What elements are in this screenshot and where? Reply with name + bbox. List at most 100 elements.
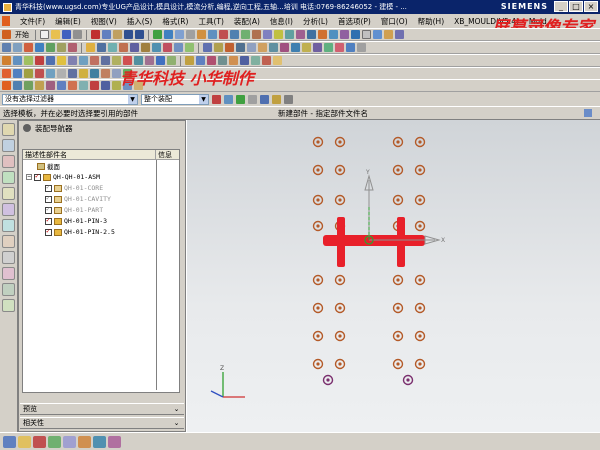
pocket-icon[interactable] [274,30,283,39]
model-viewport[interactable]: X Y Z [187,120,600,432]
move-face-icon[interactable] [174,43,183,52]
menu-tools[interactable]: 工具(T) [198,16,223,27]
hole-table-icon[interactable] [335,43,344,52]
subtract-icon[interactable] [340,30,349,39]
cylinder-icon[interactable] [46,43,55,52]
visibility-checkbox[interactable] [45,216,52,225]
family-icon[interactable] [57,56,66,65]
component-drawing-icon[interactable] [240,56,249,65]
menu-analysis[interactable]: 分析(L) [303,16,328,27]
info-icon[interactable] [584,109,592,117]
measure-icon[interactable] [373,30,382,39]
graphics-window[interactable]: X Y Z [187,120,600,432]
render-style-icon[interactable] [18,435,31,448]
shell-icon[interactable] [307,30,316,39]
show-hide-icon[interactable] [78,435,91,448]
layer-settings-icon[interactable] [48,435,61,448]
quadrant-icon[interactable] [79,81,88,90]
clipping-icon[interactable] [93,435,106,448]
sew-icon[interactable] [130,43,139,52]
visibility-checkbox[interactable] [45,194,52,203]
menu-file[interactable]: 文件(F) [20,16,45,27]
selection-scope-dropdown[interactable]: 整个装配 ▼ [141,93,209,105]
slider-icon[interactable] [247,43,256,52]
select-all-icon[interactable] [212,94,221,104]
select-face-icon[interactable] [248,94,257,104]
menu-format[interactable]: 格式(R) [162,16,188,27]
layer-icon[interactable] [362,30,371,39]
menu-assemblies[interactable]: 装配(A) [234,16,260,27]
new-component-icon[interactable] [24,69,33,78]
wireframe-icon[interactable] [208,30,217,39]
tools-icon[interactable] [68,56,77,65]
column-header-part-name[interactable]: 描述性部件名 [23,150,156,159]
system-scenes-tab-icon[interactable] [2,283,15,296]
pan-icon[interactable] [186,30,195,39]
save-icon[interactable] [62,30,71,39]
wave-link-icon[interactable] [79,69,88,78]
parting-icon[interactable] [203,43,212,52]
tree-node-part[interactable]: QH-01-CAVITY [45,194,111,204]
part-navigator-tab-icon[interactable] [2,139,15,152]
pin-icon[interactable] [23,124,31,132]
preview-section-header[interactable]: 预览 ⌄ [20,403,184,415]
cooling-lib-icon[interactable] [167,56,176,65]
select-edge-icon[interactable] [260,94,269,104]
cooling-icon[interactable] [280,43,289,52]
end-point-icon[interactable] [24,81,33,90]
unite-icon[interactable] [329,30,338,39]
revolve-icon[interactable] [241,30,250,39]
visibility-checkbox[interactable] [45,205,52,214]
manufacturing-wizards-tab-icon[interactable] [2,251,15,264]
hd3d-tools-tab-icon[interactable] [2,171,15,184]
patch-icon[interactable] [141,43,150,52]
electrode-lib-icon[interactable] [185,56,194,65]
draft-icon[interactable] [108,43,117,52]
start-button[interactable]: 开始 [15,30,29,40]
standard-part-icon[interactable] [225,43,234,52]
slider-lifter-icon[interactable] [134,56,143,65]
view-orient-icon[interactable] [3,435,16,448]
cut-icon[interactable] [91,30,100,39]
sphere-icon[interactable] [68,43,77,52]
sketch-icon[interactable] [219,30,228,39]
palettes-tab-icon[interactable] [2,299,15,312]
menu-insert[interactable]: 插入(S) [127,16,153,27]
view-manager-icon[interactable] [346,43,355,52]
layout-icon[interactable] [46,56,55,65]
remove-icon[interactable] [357,43,366,52]
maximize-button[interactable]: □ [569,1,583,12]
tree-node-part[interactable]: QH-01-CORE [45,183,103,193]
runner-icon[interactable] [269,43,278,52]
minimize-button[interactable]: _ [554,1,568,12]
ejector-lib-icon[interactable] [112,56,121,65]
mid-point-icon[interactable] [35,81,44,90]
gate-icon[interactable] [258,43,267,52]
column-header-info[interactable]: 信息 [156,150,179,159]
reuse-library-tab-icon[interactable] [2,155,15,168]
pocket-mold-icon[interactable] [302,43,311,52]
chamfer-icon[interactable] [296,30,305,39]
mirror-icon[interactable] [97,43,106,52]
roles-tab-icon[interactable] [2,267,15,280]
existing-point-icon[interactable] [90,81,99,90]
web-browser-tab-icon[interactable] [2,187,15,200]
visibility-checkbox[interactable] [45,183,52,192]
process-studio-tab-icon[interactable] [2,235,15,248]
print-icon[interactable] [73,30,82,39]
ejector-pin-icon[interactable] [236,43,245,52]
mate-icon[interactable] [35,69,44,78]
electrode-icon[interactable] [291,43,300,52]
analysis-icon[interactable] [384,30,393,39]
tree-node-part[interactable]: QH-01-PIN-2.5 [45,227,115,237]
offset-icon[interactable] [119,43,128,52]
control-point-icon[interactable] [46,81,55,90]
block-icon[interactable] [35,43,44,52]
menu-view[interactable]: 视图(V) [91,16,117,27]
hole-chart-icon[interactable] [251,56,260,65]
replace-face-icon[interactable] [163,43,172,52]
material-list-icon[interactable] [218,56,227,65]
trim-icon[interactable] [318,30,327,39]
tree-node-section[interactable]: 截面 [37,161,60,171]
collapse-icon[interactable]: − [26,174,32,180]
